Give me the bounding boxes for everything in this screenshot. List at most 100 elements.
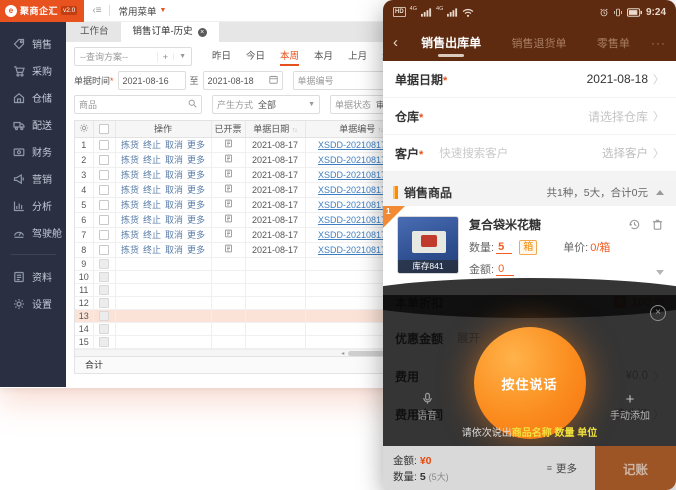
- op-终止-link[interactable]: 终止: [143, 140, 161, 150]
- phone-tab-销售退货单[interactable]: 销售退货单: [512, 29, 567, 57]
- sidebar-item-仓储[interactable]: 仓储: [0, 84, 66, 111]
- product-search-input[interactable]: 商品: [74, 95, 202, 114]
- row-checkbox[interactable]: [99, 170, 109, 180]
- row-checkbox[interactable]: [99, 245, 109, 255]
- trash-icon[interactable]: [651, 218, 664, 231]
- op-拣货-link[interactable]: 拣货: [121, 185, 139, 195]
- record-button[interactable]: 记账: [595, 446, 676, 490]
- sidebar-item-销售[interactable]: 销售: [0, 30, 66, 57]
- date-tab-今日[interactable]: 今日: [246, 48, 265, 66]
- tab-工作台[interactable]: 工作台: [68, 22, 121, 42]
- warehouse-row[interactable]: 仓库* 请选择仓库 〉: [383, 98, 676, 135]
- date-from-input[interactable]: 2021-08-16: [118, 71, 186, 90]
- chevron-down-icon[interactable]: ▼: [173, 53, 191, 60]
- row-checkbox[interactable]: [99, 215, 109, 225]
- op-取消-link[interactable]: 取消: [165, 185, 183, 195]
- collapse-down-icon[interactable]: [656, 270, 664, 275]
- sidebar-item-设置[interactable]: 设置: [0, 290, 66, 317]
- op-拣货-link[interactable]: 拣货: [121, 230, 139, 240]
- date-tab-上月[interactable]: 上月: [348, 48, 367, 66]
- op-取消-link[interactable]: 取消: [165, 245, 183, 255]
- op-更多-link[interactable]: 更多: [187, 230, 205, 240]
- op-更多-link[interactable]: 更多: [187, 155, 205, 165]
- collapse-up-icon[interactable]: [656, 190, 664, 195]
- op-终止-link[interactable]: 终止: [143, 170, 161, 180]
- invoice-doc-icon[interactable]: [211, 227, 245, 242]
- phone-tab-销售出库单[interactable]: 销售出库单: [421, 28, 481, 57]
- invoice-doc-icon[interactable]: [211, 212, 245, 227]
- sidebar-item-资料[interactable]: 资料: [0, 263, 66, 290]
- manual-add-button[interactable]: + 手动添加: [610, 393, 650, 422]
- source-type-select[interactable]: 产生方式 全部 ▼: [212, 95, 320, 114]
- tab-销售订单-历史[interactable]: 销售订单-历史×: [121, 22, 219, 42]
- row-checkbox[interactable]: [99, 155, 109, 165]
- op-取消-link[interactable]: 取消: [165, 200, 183, 210]
- op-更多-link[interactable]: 更多: [187, 215, 205, 225]
- invoice-doc-icon[interactable]: [211, 182, 245, 197]
- op-终止-link[interactable]: 终止: [143, 230, 161, 240]
- invoice-doc-icon[interactable]: [211, 137, 245, 152]
- doc-date-row[interactable]: 单据日期* 2021-08-18 〉: [383, 61, 676, 98]
- op-更多-link[interactable]: 更多: [187, 185, 205, 195]
- op-拣货-link[interactable]: 拣货: [121, 140, 139, 150]
- op-终止-link[interactable]: 终止: [143, 200, 161, 210]
- sidebar-item-配送[interactable]: 配送: [0, 111, 66, 138]
- search-icon[interactable]: [188, 99, 197, 110]
- op-终止-link[interactable]: 终止: [143, 185, 161, 195]
- op-拣货-link[interactable]: 拣货: [121, 200, 139, 210]
- voice-mode-button[interactable]: 语音: [417, 392, 437, 422]
- calendar-icon[interactable]: [269, 75, 278, 86]
- add-scheme-icon[interactable]: +: [157, 52, 173, 62]
- op-取消-link[interactable]: 取消: [165, 170, 183, 180]
- sidebar-item-分析[interactable]: 分析: [0, 192, 66, 219]
- op-终止-link[interactable]: 终止: [143, 155, 161, 165]
- common-menu-button[interactable]: 常用菜单: [118, 4, 156, 18]
- price-value[interactable]: 0/箱: [590, 239, 610, 255]
- op-终止-link[interactable]: 终止: [143, 215, 161, 225]
- header-date[interactable]: 单据日期 ↑↓: [245, 121, 305, 137]
- row-checkbox[interactable]: [99, 140, 109, 150]
- invoice-doc-icon[interactable]: [211, 242, 245, 257]
- sidebar-item-营销[interactable]: 营销: [0, 165, 66, 192]
- date-to-input[interactable]: 2021-08-18: [203, 71, 283, 90]
- op-更多-link[interactable]: 更多: [187, 245, 205, 255]
- select-customer-button[interactable]: 选择客户: [602, 145, 648, 161]
- close-icon[interactable]: ×: [650, 305, 666, 321]
- op-取消-link[interactable]: 取消: [165, 215, 183, 225]
- op-更多-link[interactable]: 更多: [187, 170, 205, 180]
- op-更多-link[interactable]: 更多: [187, 140, 205, 150]
- query-scheme-select[interactable]: --查询方案-- + ▼: [74, 47, 192, 66]
- row-checkbox[interactable]: [99, 185, 109, 195]
- op-拣货-link[interactable]: 拣货: [121, 215, 139, 225]
- op-取消-link[interactable]: 取消: [165, 155, 183, 165]
- select-all-checkbox[interactable]: [99, 124, 109, 134]
- op-终止-link[interactable]: 终止: [143, 245, 161, 255]
- sidebar-item-驾驶舱[interactable]: 驾驶舱: [0, 219, 66, 246]
- back-arrow-icon[interactable]: ‹: [393, 34, 398, 51]
- op-拣货-link[interactable]: 拣货: [121, 245, 139, 255]
- phone-tab-零售单[interactable]: 零售单: [597, 29, 630, 57]
- hold-to-talk-button[interactable]: 按住说话: [474, 327, 586, 439]
- op-取消-link[interactable]: 取消: [165, 140, 183, 150]
- op-拣货-link[interactable]: 拣货: [121, 170, 139, 180]
- invoice-doc-icon[interactable]: [211, 197, 245, 212]
- header-operations[interactable]: 操作: [115, 121, 211, 137]
- close-icon[interactable]: ×: [198, 28, 207, 37]
- invoice-doc-icon[interactable]: [211, 152, 245, 167]
- product-card[interactable]: 1 库存841 复合袋米花糖 数量: 5 箱 单价: 0/箱 金额:: [383, 206, 676, 285]
- history-icon[interactable]: [628, 218, 641, 231]
- op-取消-link[interactable]: 取消: [165, 230, 183, 240]
- qty-input[interactable]: 5: [496, 241, 512, 254]
- op-更多-link[interactable]: 更多: [187, 200, 205, 210]
- row-checkbox[interactable]: [99, 230, 109, 240]
- sidebar-item-采购[interactable]: 采购: [0, 57, 66, 84]
- sort-icon[interactable]: ↑↓: [292, 127, 297, 134]
- scroll-left-arrow-icon[interactable]: ◂: [341, 350, 344, 357]
- date-tab-本月[interactable]: 本月: [314, 48, 333, 66]
- invoice-doc-icon[interactable]: [211, 167, 245, 182]
- column-settings-gear-icon[interactable]: [75, 121, 93, 137]
- more-button[interactable]: ≡ 更多: [547, 461, 577, 476]
- op-拣货-link[interactable]: 拣货: [121, 155, 139, 165]
- customer-row[interactable]: 客户* 快速搜索客户 选择客户 〉: [383, 135, 676, 172]
- customer-search-input[interactable]: 快速搜索客户: [439, 145, 602, 161]
